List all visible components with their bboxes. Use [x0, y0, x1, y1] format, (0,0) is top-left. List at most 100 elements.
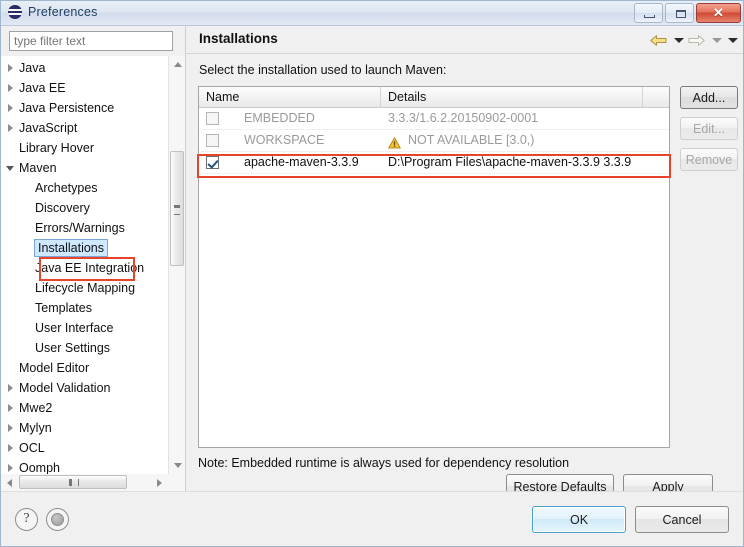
scrollbar-thumb[interactable] [170, 151, 184, 266]
tree-item-java[interactable]: Java [1, 58, 185, 78]
twisty-collapsed-icon[interactable] [5, 83, 15, 93]
twisty-collapsed-icon[interactable] [5, 463, 15, 473]
tree-item-label: Discovery [35, 201, 90, 215]
cancel-button[interactable]: Cancel [635, 506, 729, 533]
scroll-left-arrow-icon[interactable] [1, 474, 18, 491]
tree-item-label: Library Hover [19, 141, 95, 155]
tree-item-label: Model Validation [19, 381, 111, 395]
forward-button[interactable] [686, 31, 707, 49]
forward-arrow-icon [688, 35, 705, 46]
table-row[interactable]: apache-maven-3.3.9 D:\Program Files\apach… [199, 152, 669, 174]
tree-item-label: OCL [19, 441, 45, 455]
installation-details: D:\Program Files\apache-maven-3.3.9 3.3.… [388, 155, 632, 169]
tree-item-label: Java EE [19, 81, 66, 95]
hscrollbar-thumb[interactable] [19, 475, 127, 489]
maximize-button[interactable] [665, 3, 694, 23]
row-checkbox[interactable] [206, 134, 219, 147]
tree-item-archetypes[interactable]: Archetypes [1, 178, 185, 198]
table-row[interactable]: EMBEDDED 3.3.3/1.6.2.20150902-0001 [199, 108, 669, 130]
column-header-details[interactable]: Details [381, 87, 643, 107]
window-controls: ✕ [634, 3, 741, 23]
filled-circle-icon[interactable] [46, 508, 69, 531]
tree-item-label: Java Persistence [19, 101, 115, 115]
tree-item-installations[interactable]: Installations [1, 238, 185, 258]
tree-item-label: Model Editor [19, 361, 90, 375]
tree-horizontal-scrollbar[interactable] [1, 474, 185, 491]
installations-table[interactable]: Name Details EMBEDDED 3.3.3/1.6.2.20150902… [198, 86, 670, 448]
twisty-collapsed-icon[interactable] [5, 103, 15, 113]
back-dropdown-button[interactable] [670, 31, 685, 49]
page-title: Installations [199, 31, 278, 46]
scroll-right-arrow-icon[interactable] [151, 474, 168, 491]
tree-item-user-interface[interactable]: User Interface [1, 318, 185, 338]
tree-item-maven[interactable]: Maven [1, 158, 185, 178]
installation-name: apache-maven-3.3.9 [244, 155, 359, 169]
tree-item-model-editor[interactable]: Model Editor [1, 358, 185, 378]
preferences-tree[interactable]: Java Java EE Java Persistence JavaScript Lib… [1, 56, 185, 491]
twisty-collapsed-icon[interactable] [5, 63, 15, 73]
add-button[interactable]: Add... [680, 86, 738, 109]
tree-item-library-hover[interactable]: Library Hover [1, 138, 185, 158]
tree-item-mwe2[interactable]: Mwe2 [1, 398, 185, 418]
back-button[interactable] [648, 31, 669, 49]
tree-item-templates[interactable]: Templates [1, 298, 185, 318]
forward-dropdown-button[interactable] [708, 31, 723, 49]
tree-item-user-settings[interactable]: User Settings [1, 338, 185, 358]
tree-item-model-validation[interactable]: Model Validation [1, 378, 185, 398]
installation-name: EMBEDDED [244, 111, 315, 125]
twisty-collapsed-icon[interactable] [5, 443, 15, 453]
tree-item-label: Java EE Integration [35, 261, 145, 275]
twisty-collapsed-icon[interactable] [5, 403, 15, 413]
scroll-up-arrow-icon[interactable] [169, 56, 185, 73]
row-checkbox[interactable] [206, 112, 219, 125]
edit-button: Edit... [680, 117, 738, 140]
row-checkbox[interactable] [206, 156, 219, 169]
minimize-button[interactable] [634, 3, 663, 23]
tree-item-java-ee-integration[interactable]: Java EE Integration [1, 258, 185, 278]
tree-item-label: User Interface [35, 321, 114, 335]
twisty-collapsed-icon[interactable] [5, 123, 15, 133]
column-header-name[interactable]: Name [199, 87, 381, 107]
title-bar-left: Preferences [8, 5, 98, 19]
chevron-down-icon [728, 38, 738, 43]
instruction-text: Select the installation used to launch M… [199, 63, 447, 77]
twisty-collapsed-icon[interactable] [5, 423, 15, 433]
tree-item-label: Errors/Warnings [35, 221, 125, 235]
tree-vertical-scrollbar[interactable] [168, 56, 185, 474]
tree-item-javascript[interactable]: JavaScript [1, 118, 185, 138]
twisty-collapsed-icon[interactable] [5, 383, 15, 393]
table-row[interactable]: WORKSPACE NOT AVAILABLE [3.0,) [199, 130, 669, 152]
question-mark-icon[interactable]: ? [15, 508, 38, 531]
left-panel: Java Java EE Java Persistence JavaScript Lib… [1, 26, 185, 491]
installation-details: NOT AVAILABLE [3.0,) [408, 133, 535, 147]
column-header-extra[interactable] [643, 87, 669, 107]
tree-item-mylyn[interactable]: Mylyn [1, 418, 185, 438]
footer-buttons: OK Cancel [532, 506, 729, 533]
table-header-row: Name Details [199, 87, 669, 108]
tree-item-java-persistence[interactable]: Java Persistence [1, 98, 185, 118]
footer-icons: ? [15, 508, 69, 531]
filter-input[interactable] [9, 31, 173, 51]
warning-triangle-icon [388, 135, 401, 148]
tree-item-java-ee[interactable]: Java EE [1, 78, 185, 98]
close-icon: ✕ [713, 5, 724, 20]
tree-item-label: Lifecycle Mapping [35, 281, 136, 295]
tree-item-ocl[interactable]: OCL [1, 438, 185, 458]
chevron-down-icon [674, 38, 684, 43]
tree-item-errors-warnings[interactable]: Errors/Warnings [1, 218, 185, 238]
tree-item-lifecycle-mapping[interactable]: Lifecycle Mapping [1, 278, 185, 298]
cell-name: WORKSPACE [199, 130, 381, 151]
twisty-expanded-icon[interactable] [5, 163, 15, 173]
scroll-down-arrow-icon[interactable] [169, 457, 185, 474]
tree-item-label: Templates [35, 301, 92, 315]
remove-button: Remove [680, 148, 738, 171]
ok-button[interactable]: OK [532, 506, 626, 533]
tree-item-discovery[interactable]: Discovery [1, 198, 185, 218]
title-bar: Preferences ✕ [1, 1, 743, 26]
view-menu-button[interactable] [724, 31, 739, 49]
eclipse-icon [8, 5, 22, 19]
close-button[interactable]: ✕ [696, 3, 741, 23]
cell-name: apache-maven-3.3.9 [199, 152, 381, 173]
navigation-toolbar [648, 31, 739, 49]
